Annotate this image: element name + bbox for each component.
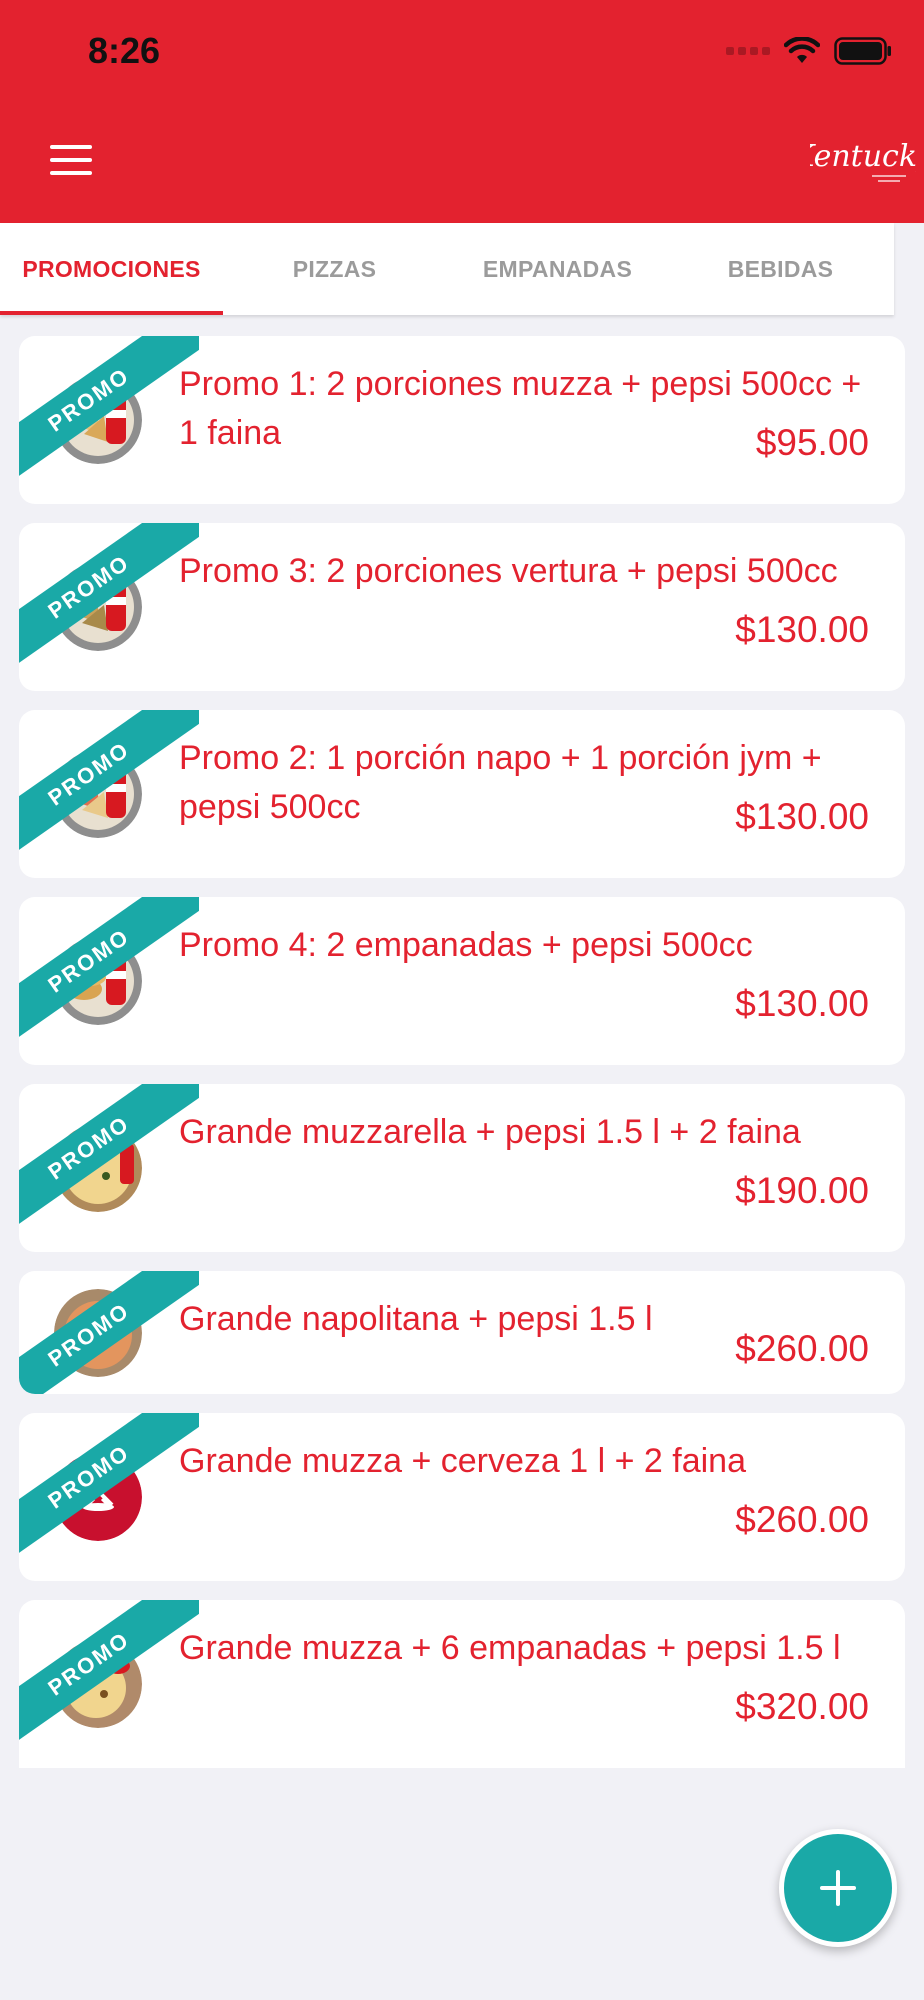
promo-card[interactable]: PROMO Grande muzza + cerveza 1 l + 2 fai… (19, 1413, 905, 1581)
battery-icon (834, 37, 891, 65)
item-price: $95.00 (755, 422, 869, 463)
app-header: 8:26 Kentucky (0, 0, 924, 223)
promo-badge: PROMO (19, 336, 199, 476)
item-price: $190.00 (735, 1170, 869, 1211)
promo-card[interactable]: PROMO Promo 4: 2 empanadas + pepsi 500cc… (19, 897, 905, 1065)
item-title: Grande muzza + cerveza 1 l + 2 faina (179, 1442, 746, 1480)
promo-card[interactable]: PROMO Grande napolitana + pepsi 1.5 l $2… (19, 1271, 905, 1394)
item-title: Grande muzza + 6 empanadas + pepsi 1.5 l (179, 1629, 841, 1667)
promo-badge: PROMO (19, 523, 199, 663)
item-price: $130.00 (735, 609, 869, 650)
item-price: $130.00 (735, 983, 869, 1024)
tab-bebidas[interactable]: BEBIDAS (669, 223, 892, 315)
promo-badge: PROMO (19, 897, 199, 1037)
cellular-signal-icon (726, 47, 770, 55)
tab-promociones[interactable]: PROMOCIONES (0, 223, 223, 315)
menu-button[interactable] (50, 145, 92, 175)
status-time: 8:26 (88, 30, 161, 71)
promo-badge: PROMO (19, 1084, 199, 1224)
item-price: $130.00 (735, 796, 869, 837)
promo-badge: PROMO (19, 1600, 199, 1740)
wifi-icon (784, 37, 820, 63)
item-title: Promo 3: 2 porciones vertura + pepsi 500… (179, 552, 838, 590)
item-price: $260.00 (735, 1328, 869, 1369)
promo-card[interactable]: PROMO Promo 2: 1 porción napo + 1 porció… (19, 710, 905, 878)
item-title: Grande muzzarella + pepsi 1.5 l + 2 fain… (179, 1113, 801, 1151)
promo-card[interactable]: PROMO Grande muzza + 6 empanadas + pepsi… (19, 1600, 905, 1768)
item-title: Promo 4: 2 empanadas + pepsi 500cc (179, 926, 753, 964)
add-button[interactable] (779, 1829, 897, 1947)
promo-badge: PROMO (19, 1271, 199, 1394)
svg-text:Kentucky: Kentucky (810, 139, 916, 174)
kentucky-logo: Kentucky (810, 139, 916, 182)
status-icons (726, 34, 892, 68)
item-price: $260.00 (735, 1499, 869, 1540)
tab-empanadas[interactable]: EMPANADAS (446, 223, 669, 315)
tab-pizzas[interactable]: PIZZAS (223, 223, 446, 315)
category-tabs: PROMOCIONES PIZZAS EMPANADAS BEBIDAS (0, 223, 894, 315)
item-price: $320.00 (735, 1686, 869, 1727)
promo-badge: PROMO (19, 1413, 199, 1553)
promo-card[interactable]: PROMO Promo 3: 2 porciones vertura + pep… (19, 523, 905, 691)
promo-card[interactable]: PROMO Grande muzzarella + pepsi 1.5 l + … (19, 1084, 905, 1252)
promo-card[interactable]: PROMO Promo 1: 2 porciones muzza + pepsi… (19, 336, 905, 504)
plus-icon (820, 1870, 856, 1906)
promo-badge: PROMO (19, 710, 199, 850)
